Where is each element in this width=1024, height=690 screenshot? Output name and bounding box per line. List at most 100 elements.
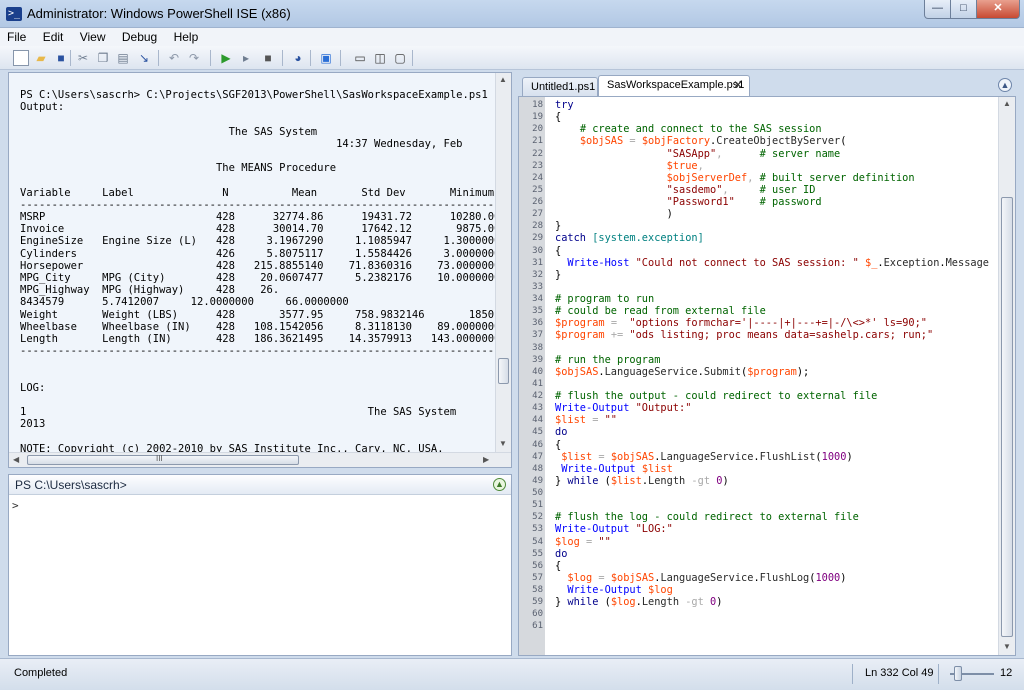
clear-icon[interactable]: ↘	[136, 50, 152, 66]
close-button[interactable]: ✕	[976, 0, 1020, 19]
code-line[interactable]: Write-Output $list	[555, 463, 995, 475]
command-pane[interactable]: PS C:\Users\sascrh> ▲ >	[8, 474, 512, 656]
scroll-right-arrow-icon[interactable]: ▶	[483, 455, 489, 464]
redo-icon[interactable]: ↷	[186, 50, 202, 66]
code-line[interactable]: # flush the output - could redirect to e…	[555, 390, 995, 402]
layout-max-icon[interactable]: ▢	[392, 50, 408, 66]
code-line[interactable]: "Password1" # password	[555, 196, 995, 208]
code-line[interactable]: )	[555, 208, 995, 220]
menu-edit[interactable]: Edit	[36, 28, 70, 44]
paste-icon[interactable]: ▤	[115, 50, 131, 66]
code-line[interactable]: # program to run	[555, 293, 995, 305]
code-line[interactable]: }	[555, 220, 995, 232]
code-line[interactable]: catch [system.exception]	[555, 232, 995, 244]
code-line[interactable]: # run the program	[555, 354, 995, 366]
powershell-icon[interactable]: ▣	[318, 50, 334, 66]
scroll-up-arrow-icon[interactable]: ▲	[1003, 99, 1011, 108]
cut-icon[interactable]: ✂	[75, 50, 91, 66]
code-line[interactable]: $objSAS = $objFactory.CreateObjectByServ…	[555, 135, 995, 147]
code-editor[interactable]: 18 19 20 21 22 23 24 25 26 27 28 29 30 31 32 33 34 35 36 37…	[518, 96, 1016, 656]
layout-right-icon[interactable]: ◫	[372, 50, 388, 66]
code-line[interactable]: $list = ""	[555, 414, 995, 426]
stop-icon[interactable]: ■	[260, 50, 276, 66]
tab-sasworkspaceexample[interactable]: SasWorkspaceExample.ps1 ✕	[598, 75, 750, 96]
code-line[interactable]: $list = $objSAS.LanguageService.FlushLis…	[555, 451, 995, 463]
copy-icon[interactable]: ❐	[95, 50, 111, 66]
code-line[interactable]: {	[555, 560, 995, 572]
minimize-button[interactable]: —	[924, 0, 951, 19]
menu-debug[interactable]: Debug	[115, 28, 163, 44]
code-line[interactable]: Write-Output "Output:"	[555, 402, 995, 414]
code-line[interactable]: # create and connect to the SAS session	[555, 123, 995, 135]
code-line[interactable]: }	[555, 269, 995, 281]
tab-close-icon[interactable]: ✕	[733, 76, 743, 94]
code-line[interactable]: "SASApp", # server name	[555, 148, 995, 160]
code-line[interactable]: $log = $objSAS.LanguageService.FlushLog(…	[555, 572, 995, 584]
editor-vscroll-thumb[interactable]	[1001, 197, 1013, 637]
line-number: 48	[532, 463, 543, 474]
code-token: "options formchar='|----|+|---+=|-/\<>*'…	[629, 317, 927, 330]
code-line[interactable]: Write-Output $log	[555, 584, 995, 596]
code-line[interactable]: $true,	[555, 160, 995, 172]
open-icon[interactable]: ▰	[33, 50, 49, 66]
code-line[interactable]: $log = ""	[555, 536, 995, 548]
editor-vertical-scrollbar[interactable]: ▲ ▼	[998, 97, 1015, 655]
code-line[interactable]: $objSAS.LanguageService.Submit($program)…	[555, 366, 995, 378]
scroll-up-arrow-icon[interactable]: ▲	[499, 75, 507, 84]
output-line: Cylinders 426 5.8075117 1.5584426 3.0000…	[20, 247, 495, 260]
code-line[interactable]: $program = "options formchar='|----|+|--…	[555, 317, 995, 329]
code-line[interactable]: Write-Output "LOG:"	[555, 523, 995, 535]
code-line[interactable]	[555, 620, 995, 632]
code-line[interactable]: do	[555, 426, 995, 438]
new-icon[interactable]: ▯	[13, 50, 29, 66]
output-line: MPG_City MPG (City) 428 20.0607477 5.238…	[20, 272, 495, 285]
zoom-slider-thumb[interactable]	[954, 666, 962, 681]
layout-top-icon[interactable]: ▭	[352, 50, 368, 66]
code-line[interactable]	[555, 281, 995, 293]
code-line[interactable]: Write-Host "Could not connect to SAS ses…	[555, 257, 995, 269]
code-token: # run the program	[555, 353, 661, 366]
maximize-button[interactable]: □	[950, 0, 977, 19]
menu-file[interactable]: File	[0, 28, 32, 44]
code-line[interactable]: {	[555, 439, 995, 451]
code-line[interactable]	[555, 487, 995, 499]
output-vscroll-thumb[interactable]	[498, 358, 509, 384]
code-line[interactable]	[555, 342, 995, 354]
code-line[interactable]: try	[555, 99, 995, 111]
code-line[interactable]: } while ($list.Length -gt 0)	[555, 475, 995, 487]
output-text: PS C:\Users\sascrh> C:\Projects\SGF2013\…	[9, 89, 495, 453]
code-text[interactable]: try{ # create and connect to the SAS ses…	[555, 97, 995, 655]
run-icon[interactable]: ▶	[218, 50, 234, 66]
code-line[interactable]: # could be read from external file	[555, 305, 995, 317]
save-icon[interactable]: ■	[53, 50, 69, 66]
output-horizontal-scrollbar[interactable]: ◀ III ▶	[9, 452, 511, 467]
tab-untitled1[interactable]: Untitled1.ps1	[522, 77, 598, 96]
code-token: Write-Output	[555, 523, 630, 536]
undo-icon[interactable]: ↶	[166, 50, 182, 66]
run-selection-icon[interactable]: ▸	[238, 50, 254, 66]
code-line[interactable]	[555, 378, 995, 390]
output-vertical-scrollbar[interactable]: ▲ ▼	[495, 73, 511, 453]
code-line[interactable]: $objServerDef, # built server definition	[555, 172, 995, 184]
scroll-down-arrow-icon[interactable]: ▼	[499, 439, 507, 448]
code-line[interactable]: {	[555, 245, 995, 257]
code-line[interactable]: {	[555, 111, 995, 123]
scroll-left-arrow-icon[interactable]: ◀	[13, 455, 19, 464]
code-line[interactable]: # flush the log - could redirect to exte…	[555, 511, 995, 523]
code-line[interactable]: do	[555, 548, 995, 560]
code-line[interactable]	[555, 608, 995, 620]
code-line[interactable]: $program += "ods listing; proc means dat…	[555, 329, 995, 341]
code-line[interactable]	[555, 499, 995, 511]
remote-icon[interactable]: ◕	[290, 50, 306, 66]
output-hscroll-thumb[interactable]: III	[27, 454, 299, 465]
code-line[interactable]: } while ($log.Length -gt 0)	[555, 596, 995, 608]
collapse-editor-icon[interactable]: ▲	[998, 78, 1012, 92]
collapse-arrow-icon[interactable]: ▲	[493, 478, 506, 491]
menu-help[interactable]: Help	[167, 28, 205, 44]
scroll-down-arrow-icon[interactable]: ▼	[1003, 642, 1011, 651]
code-line[interactable]: "sasdemo", # user ID	[555, 184, 995, 196]
menu-view[interactable]: View	[73, 28, 112, 44]
command-input[interactable]: >	[12, 499, 19, 512]
